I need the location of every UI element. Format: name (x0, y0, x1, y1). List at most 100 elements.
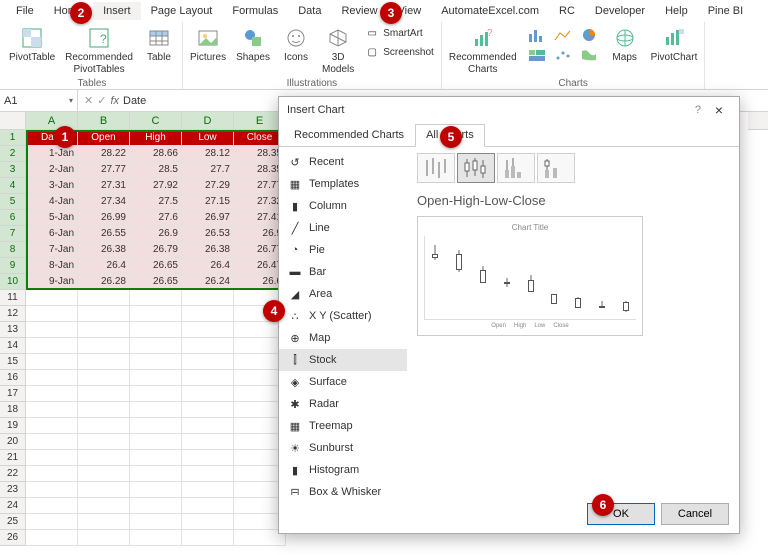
row-header[interactable]: 10 (0, 274, 26, 290)
cell[interactable] (78, 498, 130, 514)
cancel-formula-icon[interactable]: ✕ (84, 94, 93, 107)
row-header[interactable]: 3 (0, 162, 26, 178)
row-header[interactable]: 25 (0, 514, 26, 530)
cell[interactable] (130, 290, 182, 306)
cell[interactable] (130, 418, 182, 434)
menu-item-insert[interactable]: Insert (93, 2, 141, 20)
menu-item-help[interactable]: Help (655, 2, 698, 20)
row-header[interactable]: 23 (0, 482, 26, 498)
row-header[interactable]: 6 (0, 210, 26, 226)
cell[interactable] (182, 354, 234, 370)
cell[interactable] (26, 514, 78, 530)
fx-icon[interactable]: fx (110, 95, 119, 107)
cell[interactable] (26, 530, 78, 546)
cell[interactable]: 27.29 (182, 178, 234, 194)
cell[interactable] (78, 402, 130, 418)
cell[interactable]: 27.7 (182, 162, 234, 178)
menu-item-automateexcel-com[interactable]: AutomateExcel.com (431, 2, 549, 20)
row-header[interactable]: 13 (0, 322, 26, 338)
cell[interactable] (26, 370, 78, 386)
chart-category-item[interactable]: ☀Sunburst (279, 437, 407, 459)
cell[interactable]: 27.92 (130, 178, 182, 194)
cell[interactable] (78, 450, 130, 466)
subtype-vhlc[interactable] (497, 153, 535, 183)
cell[interactable] (78, 466, 130, 482)
cell[interactable] (78, 530, 130, 546)
row-header[interactable]: 5 (0, 194, 26, 210)
dialog-tab[interactable]: Recommended Charts (283, 124, 415, 147)
cell[interactable]: 4-Jan (26, 194, 78, 210)
cell[interactable] (26, 466, 78, 482)
chart-category-item[interactable]: ∴X Y (Scatter) (279, 305, 407, 327)
cell[interactable]: 26.4 (78, 258, 130, 274)
recommended-pivottables-button[interactable]: ? Recommended PivotTables (61, 24, 137, 77)
cell[interactable]: 6-Jan (26, 226, 78, 242)
cell[interactable]: 26.38 (78, 242, 130, 258)
cell[interactable]: 28.22 (78, 146, 130, 162)
cell[interactable]: 27.5 (130, 194, 182, 210)
chart-category-item[interactable]: ↺Recent (279, 151, 407, 173)
hierarchy-chart-button[interactable] (525, 46, 549, 64)
cell[interactable] (130, 306, 182, 322)
select-all-corner[interactable] (0, 112, 26, 130)
chart-category-item[interactable]: ⫿Stock (279, 349, 407, 371)
menu-item-data[interactable]: Data (288, 2, 331, 20)
menu-item-page-layout[interactable]: Page Layout (141, 2, 223, 20)
cell[interactable] (130, 322, 182, 338)
cell[interactable] (78, 514, 130, 530)
row-header[interactable]: 11 (0, 290, 26, 306)
menu-item-file[interactable]: File (6, 2, 44, 20)
pie-chart-button[interactable] (577, 26, 601, 44)
cell[interactable]: 28.66 (130, 146, 182, 162)
cell[interactable] (26, 450, 78, 466)
row-header[interactable]: 9 (0, 258, 26, 274)
row-header[interactable]: 2 (0, 146, 26, 162)
row-header[interactable]: 26 (0, 530, 26, 546)
menu-item-pine-bi[interactable]: Pine BI (698, 2, 753, 20)
row-header[interactable]: 18 (0, 402, 26, 418)
cell[interactable]: 26.9 (130, 226, 182, 242)
cell[interactable] (130, 498, 182, 514)
cell[interactable] (78, 482, 130, 498)
row-header[interactable]: 21 (0, 450, 26, 466)
cell[interactable] (182, 306, 234, 322)
row-header[interactable]: 4 (0, 178, 26, 194)
cell[interactable] (182, 498, 234, 514)
row-header[interactable]: 7 (0, 226, 26, 242)
cell[interactable] (182, 322, 234, 338)
cell[interactable] (130, 514, 182, 530)
cell[interactable]: 28.5 (130, 162, 182, 178)
cell[interactable]: 9-Jan (26, 274, 78, 290)
subtype-vohlc[interactable] (537, 153, 575, 183)
subtype-ohlc[interactable] (457, 153, 495, 183)
column-header[interactable]: B (78, 112, 130, 130)
cell[interactable] (78, 354, 130, 370)
chart-category-item[interactable]: ╱Line (279, 217, 407, 239)
menu-item-rc[interactable]: RC (549, 2, 585, 20)
row-header[interactable]: 20 (0, 434, 26, 450)
cell[interactable]: 26.99 (78, 210, 130, 226)
pivotchart-button[interactable]: PivotChart (647, 24, 702, 66)
cell[interactable] (130, 354, 182, 370)
cell[interactable] (182, 450, 234, 466)
row-header[interactable]: 17 (0, 386, 26, 402)
cell[interactable]: 2-Jan (26, 162, 78, 178)
cell[interactable]: Low (182, 130, 234, 146)
3d-models-button[interactable]: 3D Models (318, 24, 358, 77)
cell[interactable]: 26.4 (182, 258, 234, 274)
chart-category-item[interactable]: ▦Treemap (279, 415, 407, 437)
cell[interactable] (182, 370, 234, 386)
cell[interactable]: 26.28 (78, 274, 130, 290)
cell[interactable] (26, 386, 78, 402)
maps-button[interactable]: Maps (605, 24, 645, 66)
cell[interactable] (78, 418, 130, 434)
cell[interactable] (130, 386, 182, 402)
chart-category-item[interactable]: ✱Radar (279, 393, 407, 415)
cell[interactable] (130, 402, 182, 418)
cell[interactable]: 5-Jan (26, 210, 78, 226)
cell[interactable]: 26.97 (182, 210, 234, 226)
chart-category-item[interactable]: ⊟Box & Whisker (279, 481, 407, 495)
cell[interactable] (130, 530, 182, 546)
row-header[interactable]: 16 (0, 370, 26, 386)
cell[interactable] (182, 290, 234, 306)
